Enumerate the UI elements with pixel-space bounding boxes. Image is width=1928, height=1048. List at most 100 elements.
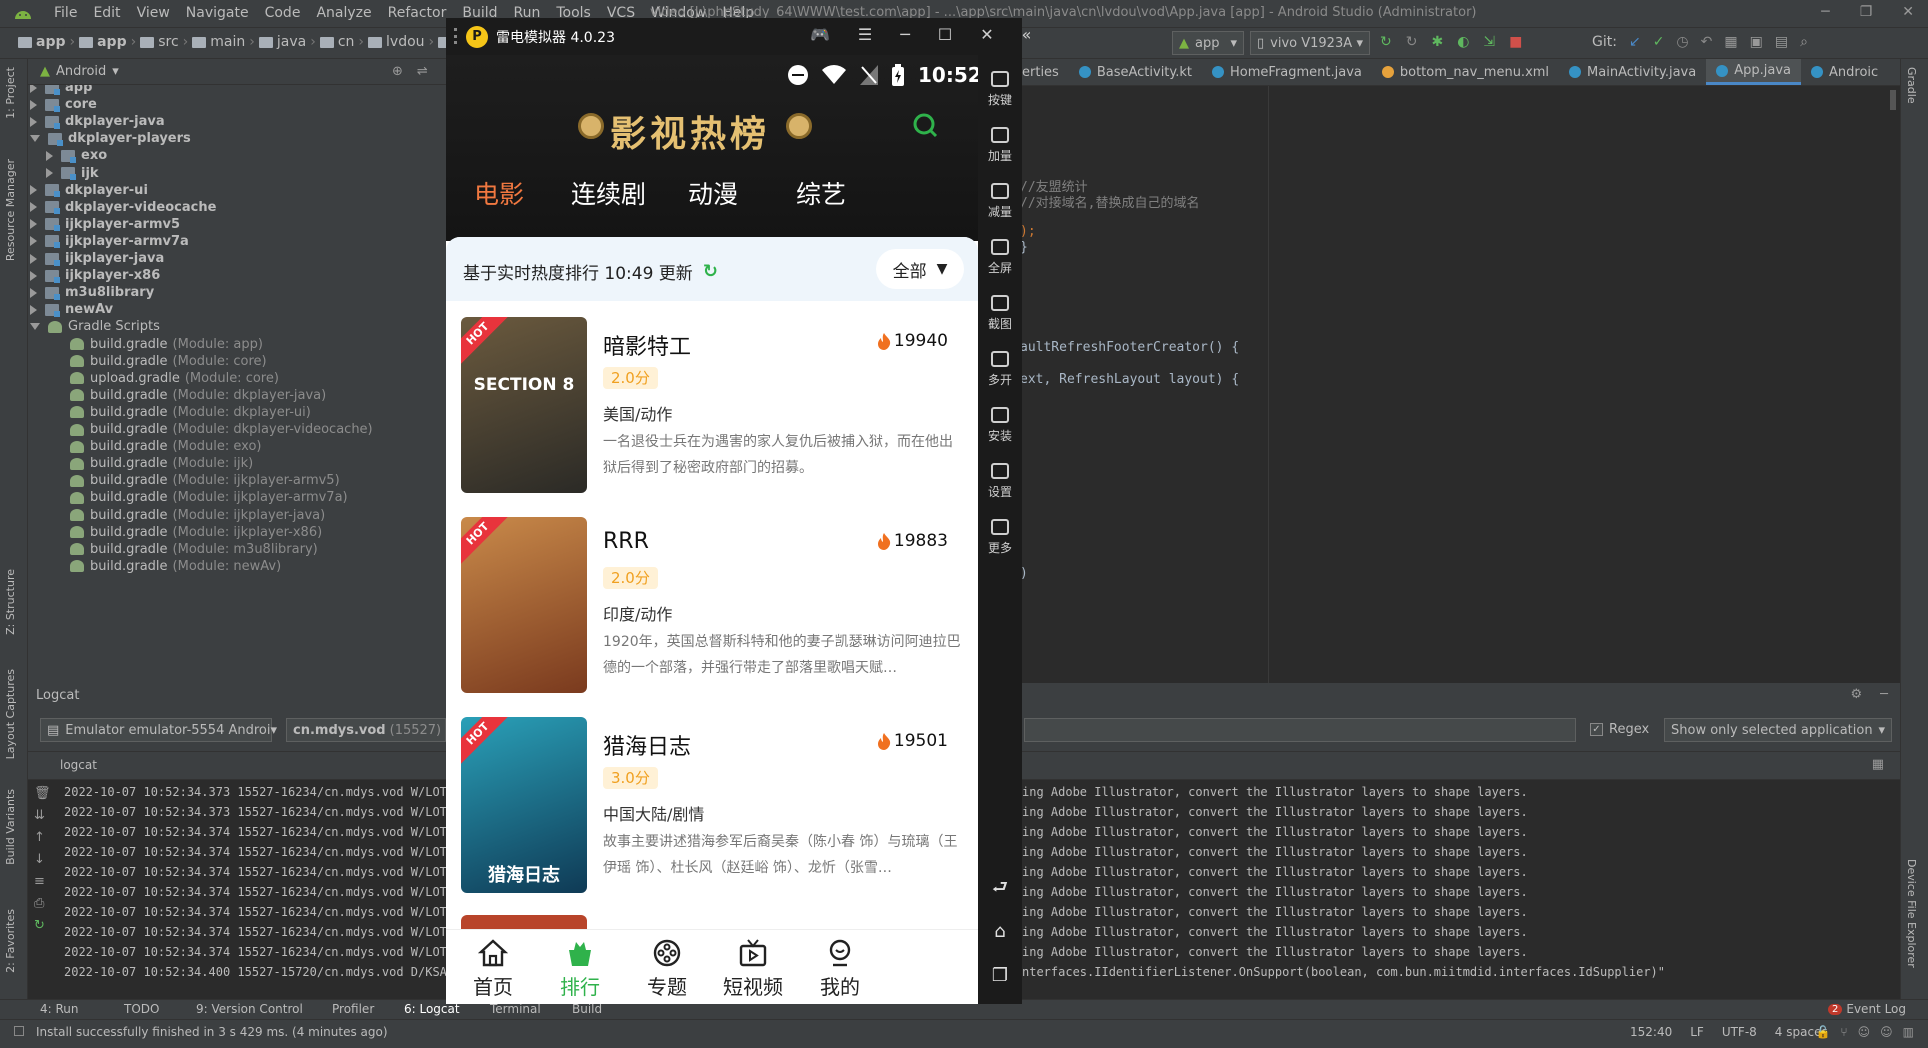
line-separator[interactable]: LF [1690,1025,1704,1039]
nav-item[interactable]: 专题 [627,938,707,1000]
collapsed-arrow-icon[interactable] [30,116,37,127]
attach-debugger-icon[interactable]: ⇲ [1483,34,1495,50]
git-branch-icon[interactable]: ⑂ [1840,1025,1847,1039]
soft-wrap-icon[interactable]: ≡ [34,874,56,896]
editor-tab[interactable]: Androic [1801,59,1888,85]
breadcrumb-item[interactable]: app [18,34,66,50]
collapsed-arrow-icon[interactable] [30,202,37,213]
editor-tab[interactable]: BaseActivity.kt [1069,59,1202,85]
movie-poster[interactable]: HOT 猎海日志 [461,717,587,893]
event-log-button[interactable]: 2 Event Log [1828,1002,1906,1016]
trash-icon[interactable]: 🗑 [34,786,56,808]
bottom-tab-build[interactable]: Build [572,1002,602,1016]
menu-item-analyze[interactable]: Analyze [308,5,379,21]
git-commit-icon[interactable]: ✓ [1653,34,1665,50]
caret-position[interactable]: 152:40 [1630,1025,1672,1039]
filter-select[interactable]: Show only selected application ▾ [1664,718,1892,742]
arrow-up-icon[interactable]: ↑ [34,830,56,852]
face-icon[interactable]: ☺ [1880,1025,1893,1039]
breadcrumb-item[interactable]: lvdou [368,34,425,50]
menu-item-edit[interactable]: Edit [85,5,128,21]
movie-title[interactable]: 猎海日志 [603,729,691,761]
menu-item-view[interactable]: View [129,5,178,21]
tool-tab-favorites[interactable]: 2: Favorites [4,909,17,973]
category-tab[interactable]: 电影 [474,175,524,211]
avd-manager-icon[interactable]: ▤ [1775,34,1788,50]
collapsed-arrow-icon[interactable] [30,304,37,315]
category-tab[interactable]: 综艺 [796,175,846,211]
stop-icon[interactable]: ■ [1509,34,1522,50]
tool-tab-gradle[interactable]: Gradle [1905,67,1918,104]
bottom-tab-profiler[interactable]: Profiler [332,1002,374,1016]
region-filter-dropdown[interactable]: 全部 ▼ [876,249,964,289]
log-search-input[interactable] [1024,718,1576,742]
refresh-icon[interactable]: ↻ [703,261,718,282]
search-icon[interactable] [912,112,938,138]
device-select[interactable]: ▤ Emulator emulator-5554 Androi ▾ [40,718,277,742]
git-update-icon[interactable]: ↙ [1629,34,1641,50]
editor-tab[interactable]: bottom_nav_menu.xml [1372,59,1559,85]
back-icon[interactable]: ⮐ [986,866,1014,910]
breadcrumb-item[interactable]: cn [319,34,354,50]
file-encoding[interactable]: UTF-8 [1722,1025,1757,1039]
movie-poster[interactable]: HOT SECTION 8 [461,317,587,493]
expanded-arrow-icon[interactable] [30,135,40,143]
category-tab[interactable]: 动漫 [688,175,738,211]
collapse-all-icon[interactable]: ⇌ [417,64,428,79]
drag-handle-icon[interactable] [454,28,458,44]
process-select[interactable]: cn.mdys.vod (15527) [286,718,446,742]
menu-item-refactor[interactable]: Refactor [380,5,455,21]
search-icon[interactable]: ⌕ [1800,34,1808,50]
minimize-icon[interactable]: ─ [900,25,910,44]
collapsed-arrow-icon[interactable] [30,85,37,93]
collapsed-arrow-icon[interactable] [30,287,37,298]
project-structure-icon[interactable]: ▦ [1724,34,1737,50]
menu-item-file[interactable]: File [46,5,85,21]
face-icon[interactable]: ☺ [1858,1025,1871,1039]
movie-list-item[interactable]: HOT RRR 2.0分 印度/动作 1920年，英国总督斯科特和他的妻子凯瑟琳访问阿迪… [446,517,978,717]
profile-icon[interactable]: ◐ [1457,34,1469,50]
bottom-tab-terminal[interactable]: Terminal [490,1002,541,1016]
emulator-side-button[interactable]: 加量 [978,127,1022,164]
print-icon[interactable]: ⎙ [34,896,56,918]
emulator-side-button[interactable]: 全屏 [978,239,1022,276]
device-combo[interactable]: ▯ vivo V1923A ▾ [1250,31,1370,55]
tree-item[interactable]: build.gradle (Module: newAv) [70,556,281,577]
recent-apps-icon[interactable]: ❐ [986,954,1014,998]
movie-title[interactable]: RRR [603,529,649,554]
restart-icon[interactable]: ↻ [34,918,56,940]
tool-tab-build-variants[interactable]: Build Variants [4,789,17,865]
home-icon[interactable]: ⌂ [986,910,1014,954]
scroll-to-end-icon[interactable]: ⇊ [34,808,56,830]
movie-list-item[interactable]: HOT 猎海日志 猎海日志 3.0分 中国大陆/剧情 故事主要讲述猎海参军后裔吴秦（陈小春… [446,717,978,917]
movie-list-item[interactable]: HOT SECTION 8 暗影特工 2.0分 美国/动作 一名退役士兵在为遇害的家人复仇… [446,317,978,517]
breadcrumb-item[interactable]: main [192,34,245,50]
memory-icon[interactable]: ▥ [1903,1025,1914,1039]
nav-item[interactable]: 排行 [540,938,620,1000]
collapsed-arrow-icon[interactable] [46,168,53,178]
hide-icon[interactable]: ─ [1880,687,1888,702]
bottom-tab-todo[interactable]: TODO [124,1002,159,1016]
project-view-combo[interactable]: ▲ Android ▾ [40,64,119,79]
movie-poster[interactable]: HOT [461,517,587,693]
breadcrumb-item[interactable]: java [258,34,306,50]
emulator-side-button[interactable]: 多开 [978,351,1022,388]
emulator-side-button[interactable]: 减量 [978,183,1022,220]
git-rollback-icon[interactable]: ↶ [1701,34,1713,50]
arrow-down-icon[interactable]: ↓ [34,852,56,874]
restore-icon[interactable]: ❐ [1860,4,1873,20]
tool-tab-project[interactable]: 1: Project [4,67,17,119]
git-history-icon[interactable]: ◷ [1676,34,1688,50]
tool-tab-device-file-explorer[interactable]: Device File Explorer [1905,859,1918,968]
menu-item-navigate[interactable]: Navigate [178,5,257,21]
sdk-manager-icon[interactable]: ▣ [1750,34,1763,50]
collapsed-arrow-icon[interactable] [30,99,37,110]
minimize-icon[interactable]: ─ [1821,4,1829,20]
regex-toggle[interactable]: ✓ Regex [1590,722,1649,737]
gear-icon[interactable]: ⚙ [1851,687,1863,702]
layout-toggle-icon[interactable] [14,1026,24,1036]
apply-code-changes-icon[interactable]: ↻ [1406,34,1418,50]
code-editor[interactable]: //友盟统计//对接域名,替换成自己的域名);} aultRefreshFoote… [1012,86,1900,683]
maximize-icon[interactable]: ☐ [938,25,952,44]
tool-tab-resource-manager[interactable]: Resource Manager [4,159,17,261]
